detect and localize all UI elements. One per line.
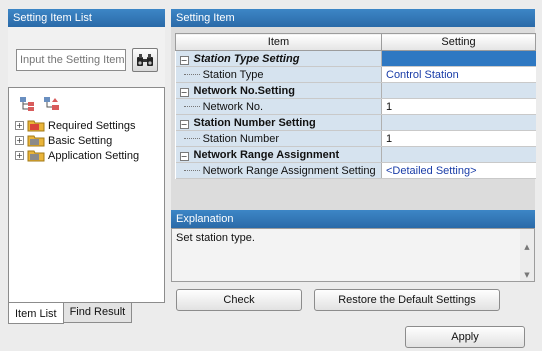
tree-list: + Required Settings + Basic Setting + Ap… [15,118,139,163]
collapse-icon[interactable]: − [179,119,189,129]
group-row-network-no-setting[interactable]: − Network No.Setting [175,82,536,99]
item-cell: Network Range Assignment Setting [175,162,382,179]
row-network-range-assignment-setting[interactable]: Network Range Assignment Setting <Detail… [175,162,536,179]
tree-item-label: Required Settings [48,119,136,132]
setting-item-pane: Setting Item Item Setting − Station Type … [171,9,536,323]
expand-icon[interactable]: + [15,121,24,130]
row-station-type[interactable]: Station Type Control Station [175,66,536,83]
group-row-station-type-setting[interactable]: − Station Type Setting [175,50,536,67]
network-no-value[interactable]: 1 [381,98,536,115]
item-cell[interactable]: − Station Type Setting [175,50,382,67]
group-row-network-range-assignment[interactable]: − Network Range Assignment [175,146,536,163]
item-label: Station Number [202,132,279,145]
setting-tree: + Required Settings + Basic Setting + Ap… [8,87,165,303]
station-type-value[interactable]: Control Station [381,66,536,83]
tree-item-basic-setting[interactable]: + Basic Setting [15,133,139,148]
setting-item-header: Setting Item [171,9,535,27]
tree-item-label: Application Setting [48,149,140,162]
expand-all-icon[interactable] [19,96,37,112]
expand-icon[interactable]: + [15,151,24,160]
group-label: Station Type Setting [193,52,300,65]
search-input[interactable] [16,49,126,71]
tree-connector [183,137,200,139]
group-row-station-number-setting[interactable]: − Station Number Setting [175,114,536,131]
folder-icon [27,150,45,162]
folder-icon [27,120,45,132]
group-label: Station Number Setting [193,116,316,129]
item-cell: Network No. [175,98,382,115]
group-label: Network Range Assignment [193,148,340,161]
folder-icon [27,135,45,147]
column-header-item: Item [175,33,382,51]
item-label: Station Type [202,68,264,81]
setting-item-list-pane: Setting Item List Input the Setting Item… [8,9,165,324]
collapse-icon[interactable]: − [179,151,189,161]
scroll-down-icon[interactable]: ▼ [524,271,529,279]
row-station-number[interactable]: Station Number 1 [175,130,536,147]
tab-item-list[interactable]: Item List [8,303,64,324]
table-header-row: Item Setting [175,33,536,51]
station-number-value[interactable]: 1 [381,130,536,147]
setting-cell [381,146,536,163]
collapse-icon[interactable]: − [179,87,189,97]
setting-cell [381,50,536,67]
tree-toolbar [19,96,61,112]
tree-item-required-settings[interactable]: + Required Settings [15,118,139,133]
row-network-no[interactable]: Network No. 1 [175,98,536,115]
left-pane-tabs: Item List Find Result [8,303,133,324]
tree-item-label: Basic Setting [48,134,113,147]
group-label: Network No.Setting [193,84,295,97]
tree-connector [183,105,200,107]
explanation-scrollbar[interactable]: ▲ ▼ [520,229,534,281]
item-cell[interactable]: − Station Number Setting [175,114,382,131]
column-header-setting: Setting [381,33,536,51]
explanation-header: Explanation [171,210,535,228]
item-cell: Station Type [175,66,382,83]
collapse-icon[interactable]: − [179,55,189,65]
check-button[interactable]: Check [176,289,302,311]
expand-icon[interactable]: + [15,136,24,145]
tree-item-application-setting[interactable]: + Application Setting [15,148,139,163]
item-label: Network No. [202,100,264,113]
item-label: Network Range Assignment Setting [202,164,376,177]
item-cell: Station Number [175,130,382,147]
explanation-box: Set station type. ▲ ▼ [171,228,535,282]
item-cell[interactable]: − Network Range Assignment [175,146,382,163]
tree-connector [183,73,200,75]
explanation-text: Set station type. [176,232,255,244]
setting-cell [381,82,536,99]
settings-table: Item Setting − Station Type Setting Stati… [175,33,536,179]
tree-connector [183,169,200,171]
item-cell[interactable]: − Network No.Setting [175,82,382,99]
tab-find-result[interactable]: Find Result [62,303,133,323]
apply-button[interactable]: Apply [405,326,525,348]
search-button[interactable] [132,48,158,72]
setting-cell [381,114,536,131]
scroll-up-icon[interactable]: ▲ [524,243,529,251]
setting-item-list-header: Setting Item List [8,9,165,27]
search-area [8,27,165,87]
settings-grid-area: Item Setting − Station Type Setting Stati… [171,27,536,213]
station-settings-window: Setting Item List Input the Setting Item… [0,0,542,351]
restore-default-settings-button[interactable]: Restore the Default Settings [314,289,500,311]
binoculars-icon [137,54,153,66]
collapse-all-icon[interactable] [43,96,61,112]
detailed-setting-link[interactable]: <Detailed Setting> [381,162,536,179]
